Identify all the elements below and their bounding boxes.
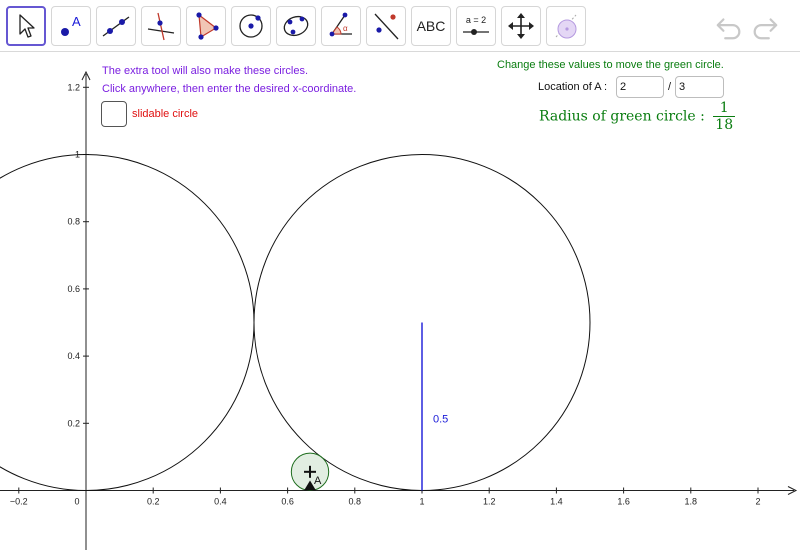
controls-heading: Change these values to move the green ci… <box>497 59 724 71</box>
numerator-input[interactable]: 2 <box>616 76 664 98</box>
radius-display: Radius of green circle : 1 18 <box>539 100 736 133</box>
fraction-slash: / <box>668 81 672 93</box>
reflect-tool-button[interactable] <box>366 6 406 46</box>
instruction-line-1: The extra tool will also make these circ… <box>102 65 309 77</box>
slider-tool-label: a = 2 <box>466 15 486 25</box>
y-tick-label: 0.2 <box>67 418 80 428</box>
shapes: 0.5 A <box>0 154 591 491</box>
x-tick-label: 1.2 <box>483 497 496 507</box>
move-graphics-view-tool-button[interactable] <box>501 6 541 46</box>
segment-label: 0.5 <box>433 414 448 426</box>
y-tick-label: 0.6 <box>67 284 80 294</box>
perpendicular-line-tool-button[interactable] <box>141 6 181 46</box>
x-tick-label: 1.4 <box>550 497 563 507</box>
cursor-arrow-icon <box>19 14 35 38</box>
redo-icon <box>753 18 778 40</box>
radius-numerator: 1 <box>719 100 729 116</box>
custom-circle-icon <box>555 14 577 39</box>
x-tick-label: 0.2 <box>147 497 160 507</box>
line-tool-button[interactable] <box>96 6 136 46</box>
undo-icon <box>716 18 741 40</box>
point-tool-button[interactable]: A <box>51 6 91 46</box>
y-tick-label: 1.2 <box>67 82 80 92</box>
denominator-input[interactable]: 3 <box>675 76 724 98</box>
radius-fraction: 1 18 <box>713 100 736 133</box>
slider-icon: a = 2 <box>463 15 489 35</box>
polygon-icon <box>196 12 219 40</box>
x-tick-label: 0.4 <box>214 497 227 507</box>
point-icon: A <box>61 14 81 36</box>
slidable-circle-checkbox[interactable] <box>101 101 127 127</box>
polygon-tool-button[interactable] <box>186 6 226 46</box>
y-tick-label: 0.4 <box>67 351 80 361</box>
angle-tool-button[interactable]: α <box>321 6 361 46</box>
x-tick-label: 2 <box>755 497 760 507</box>
angle-tool-label: α <box>343 24 348 33</box>
x-tick-label: 1.6 <box>617 497 630 507</box>
perpendicular-line-icon <box>147 12 175 41</box>
x-tick-label: −0.2 <box>10 497 28 507</box>
axes <box>0 70 798 550</box>
radius-denominator: 18 <box>713 116 736 133</box>
slidable-circle-label: slidable circle <box>132 108 199 120</box>
radius-label: Radius of green circle : <box>539 108 705 125</box>
conic-tool-button[interactable] <box>276 6 316 46</box>
tick-labels: −0.2 0 0.2 0.4 0.6 0.8 1 1.2 1.4 1.6 1.8 2 0.2 0.4 0.6… <box>10 82 761 506</box>
graphics-view[interactable]: −0.2 0 0.2 0.4 0.6 0.8 1 1.2 1.4 1.6 1.8 2 0.2 0.4 0.6… <box>0 52 800 550</box>
text-tool-label: ABC <box>416 18 446 34</box>
reflect-icon <box>374 13 399 40</box>
toolbar: A α ABC a = 2 <box>0 0 800 52</box>
line-icon <box>102 16 130 37</box>
x-tick-label: 0.6 <box>281 497 294 507</box>
circle-center-point-tool-button[interactable] <box>231 6 271 46</box>
x-tick-label: 0 <box>74 497 79 507</box>
x-tick-label: 1 <box>419 497 424 507</box>
point-a-label: A <box>314 475 322 487</box>
location-label: Location of A : <box>538 81 608 93</box>
y-tick-label: 0.8 <box>67 217 80 227</box>
instruction-line-2: Click anywhere, then enter the desired x… <box>102 83 357 95</box>
move-graphics-view-icon <box>508 13 534 39</box>
x-tick-label: 1.8 <box>685 497 698 507</box>
slider-tool-button[interactable]: a = 2 <box>456 6 496 46</box>
custom-circle-tool-button[interactable] <box>546 6 586 46</box>
undo-button[interactable] <box>712 10 746 44</box>
point-tool-label: A <box>72 14 81 29</box>
move-tool-button[interactable] <box>6 6 46 46</box>
angle-icon: α <box>329 12 352 37</box>
text-tool-button[interactable]: ABC <box>411 6 451 46</box>
left-circle <box>0 154 255 491</box>
redo-button[interactable] <box>748 10 782 44</box>
circle-center-point-icon <box>239 14 263 38</box>
conic-icon <box>283 15 309 37</box>
x-tick-label: 0.8 <box>349 497 362 507</box>
